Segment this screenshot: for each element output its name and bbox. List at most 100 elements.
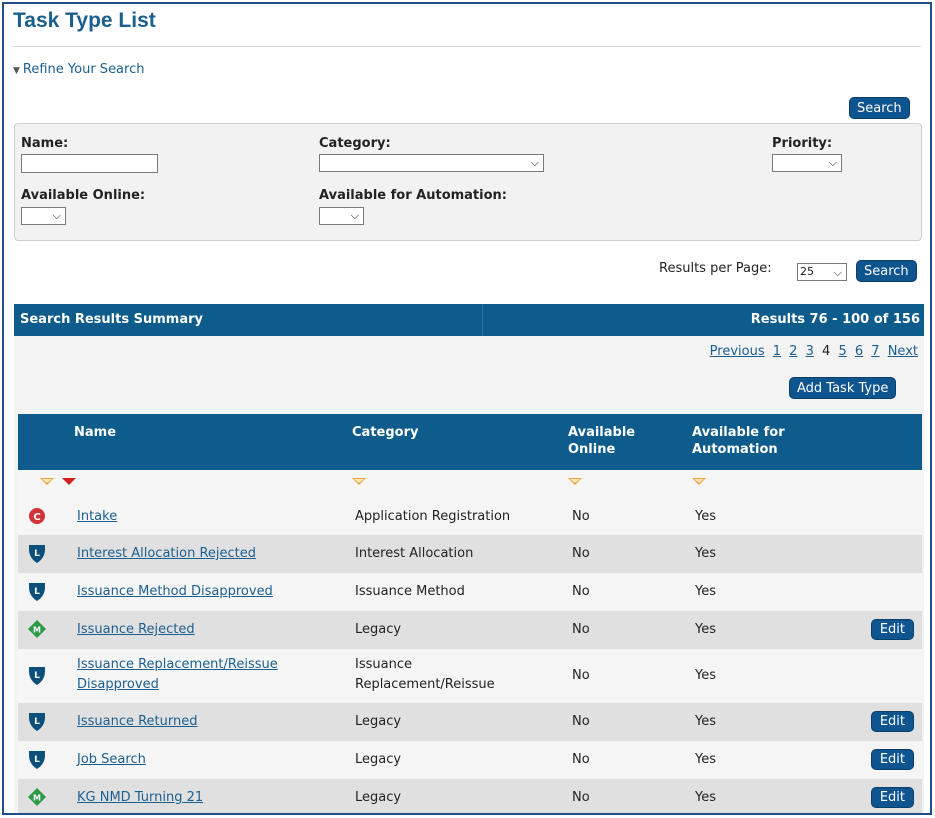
available-automation-value: Yes xyxy=(695,584,716,599)
table-row: L Interest Allocation Rejected Interest Al… xyxy=(18,535,922,573)
available-automation-value: Yes xyxy=(695,622,716,637)
sort-icon-category[interactable] xyxy=(352,478,366,485)
pager-page-2[interactable]: 2 xyxy=(789,344,797,359)
edit-button[interactable]: Edit xyxy=(870,787,914,808)
pager-page-current: 4 xyxy=(822,344,831,359)
chevron-down-icon: ⌵ xyxy=(828,156,837,169)
table-row: L Issuance Returned Legacy No Yes Edit xyxy=(18,703,922,741)
sort-icon-available-automation[interactable] xyxy=(692,478,706,485)
available-automation-value: Yes xyxy=(695,509,716,524)
available-online-value: No xyxy=(572,509,590,524)
table-row: M KG NMD Turning 21 Legacy No Yes Edit xyxy=(18,779,922,813)
chevron-down-icon: ⌵ xyxy=(833,266,842,279)
edit-button[interactable]: Edit xyxy=(870,711,914,732)
task-category-line1: Issuance xyxy=(355,657,412,672)
refine-search-toggle[interactable]: ▼ Refine Your Search xyxy=(13,62,144,77)
priority-select[interactable]: ⌵ xyxy=(772,154,842,172)
header-automation-line1: Available for xyxy=(692,425,785,440)
search-button-top[interactable]: Search xyxy=(849,97,910,119)
pagination: Previous 1 2 3 4 5 6 7 Next xyxy=(706,344,918,359)
available-automation-select[interactable]: ⌵ xyxy=(319,207,364,225)
svg-text:C: C xyxy=(33,512,40,523)
diamond-m-icon: M xyxy=(28,620,46,638)
task-name-line1[interactable]: Issuance Replacement/Reissue xyxy=(77,655,278,675)
task-name-link[interactable]: Issuance Rejected xyxy=(77,622,195,637)
add-task-type-button[interactable]: Add Task Type xyxy=(789,377,897,399)
task-category: Application Registration xyxy=(355,509,511,524)
pager-page-3[interactable]: 3 xyxy=(806,344,814,359)
available-automation-value: Yes xyxy=(695,546,716,561)
task-category-line2: Replacement/Reissue xyxy=(355,677,495,692)
pager-page-7[interactable]: 7 xyxy=(871,344,879,359)
results-per-page-label: Results per Page: xyxy=(659,261,772,276)
results-summary-title: Search Results Summary xyxy=(20,312,203,327)
task-name-link[interactable]: Issuance Returned xyxy=(77,714,198,729)
chevron-down-icon: ⌵ xyxy=(350,209,359,222)
refine-search-label: Refine Your Search xyxy=(22,62,145,77)
task-category: Legacy xyxy=(355,622,402,637)
available-online-value: No xyxy=(572,714,590,729)
svg-text:L: L xyxy=(34,671,40,681)
task-category: Issuance Method xyxy=(355,584,465,599)
available-online-value: No xyxy=(572,584,590,599)
svg-text:M: M xyxy=(33,794,41,803)
available-automation-value: Yes xyxy=(695,790,716,805)
svg-text:L: L xyxy=(34,717,40,727)
column-header-available-online[interactable]: Available Online xyxy=(568,424,635,458)
pager-previous[interactable]: Previous xyxy=(710,344,765,359)
column-header-available-automation[interactable]: Available for Automation xyxy=(692,424,785,458)
sort-icon-icon-column[interactable] xyxy=(40,478,54,485)
task-category: Legacy xyxy=(355,790,402,805)
svg-text:L: L xyxy=(34,755,40,765)
chevron-down-icon: ⌵ xyxy=(52,209,61,222)
task-name-link[interactable]: Job Search xyxy=(77,752,146,767)
header-online-line1: Available xyxy=(568,425,636,440)
table-row: C Intake Application Registration No Yes xyxy=(18,499,922,535)
name-input[interactable] xyxy=(21,154,158,173)
table-header: Name Category Available Online Available… xyxy=(18,414,922,470)
table-row: L Issuance Replacement/Reissue Disapproved… xyxy=(18,649,922,703)
available-automation-value: Yes xyxy=(695,714,716,729)
sort-icon-available-online[interactable] xyxy=(568,478,582,485)
available-online-value: No xyxy=(572,790,590,805)
task-name-link[interactable]: Interest Allocation Rejected xyxy=(77,546,256,561)
shield-l-icon: L xyxy=(28,750,46,769)
available-automation-label: Available for Automation: xyxy=(319,188,507,203)
search-filter-panel: Name: Category: ⌵ Priority: ⌵ Available … xyxy=(14,123,922,241)
task-name-link[interactable]: Issuance Method Disapproved xyxy=(77,584,273,599)
available-online-value: No xyxy=(572,546,590,561)
pager-page-1[interactable]: 1 xyxy=(773,344,781,359)
search-button-results[interactable]: Search xyxy=(856,260,917,282)
svg-text:L: L xyxy=(34,587,40,597)
header-automation-line2: Automation xyxy=(692,442,778,457)
column-header-name[interactable]: Name xyxy=(74,424,116,441)
pager-page-6[interactable]: 6 xyxy=(855,344,863,359)
diamond-m-icon: M xyxy=(28,788,46,806)
task-name-link[interactable]: Intake xyxy=(77,509,117,524)
pager-page-5[interactable]: 5 xyxy=(838,344,846,359)
column-header-category[interactable]: Category xyxy=(352,424,418,441)
category-select[interactable]: ⌵ xyxy=(319,154,544,172)
page-frame: Task Type List ▼ Refine Your Search Searc… xyxy=(2,2,932,815)
edit-button[interactable]: Edit xyxy=(870,749,914,770)
pager-next[interactable]: Next xyxy=(888,344,918,359)
header-online-line2: Online xyxy=(568,442,616,457)
task-name-link[interactable]: KG NMD Turning 21 xyxy=(77,790,203,805)
available-online-select[interactable]: ⌵ xyxy=(21,207,66,225)
results-per-page-select[interactable]: 25 ⌵ xyxy=(797,263,847,281)
task-category: Legacy xyxy=(355,714,402,729)
svg-text:L: L xyxy=(34,549,40,559)
task-name-link[interactable]: Issuance Replacement/Reissue Disapproved xyxy=(77,655,278,695)
available-online-value: No xyxy=(572,622,590,637)
shield-l-icon: L xyxy=(28,666,46,685)
task-name-line2[interactable]: Disapproved xyxy=(77,675,278,695)
table-row: L Issuance Method Disapproved Issuance Met… xyxy=(18,573,922,611)
table-row: L Job Search Legacy No Yes Edit xyxy=(18,741,922,779)
title-divider xyxy=(13,46,921,47)
edit-button[interactable]: Edit xyxy=(870,619,914,640)
available-automation-value: Yes xyxy=(695,752,716,767)
task-category: Legacy xyxy=(355,752,402,767)
table-row: M Issuance Rejected Legacy No Yes Edit xyxy=(18,611,922,649)
sort-icon-name-active[interactable] xyxy=(62,478,76,485)
task-category: Issuance Replacement/Reissue xyxy=(355,655,495,695)
